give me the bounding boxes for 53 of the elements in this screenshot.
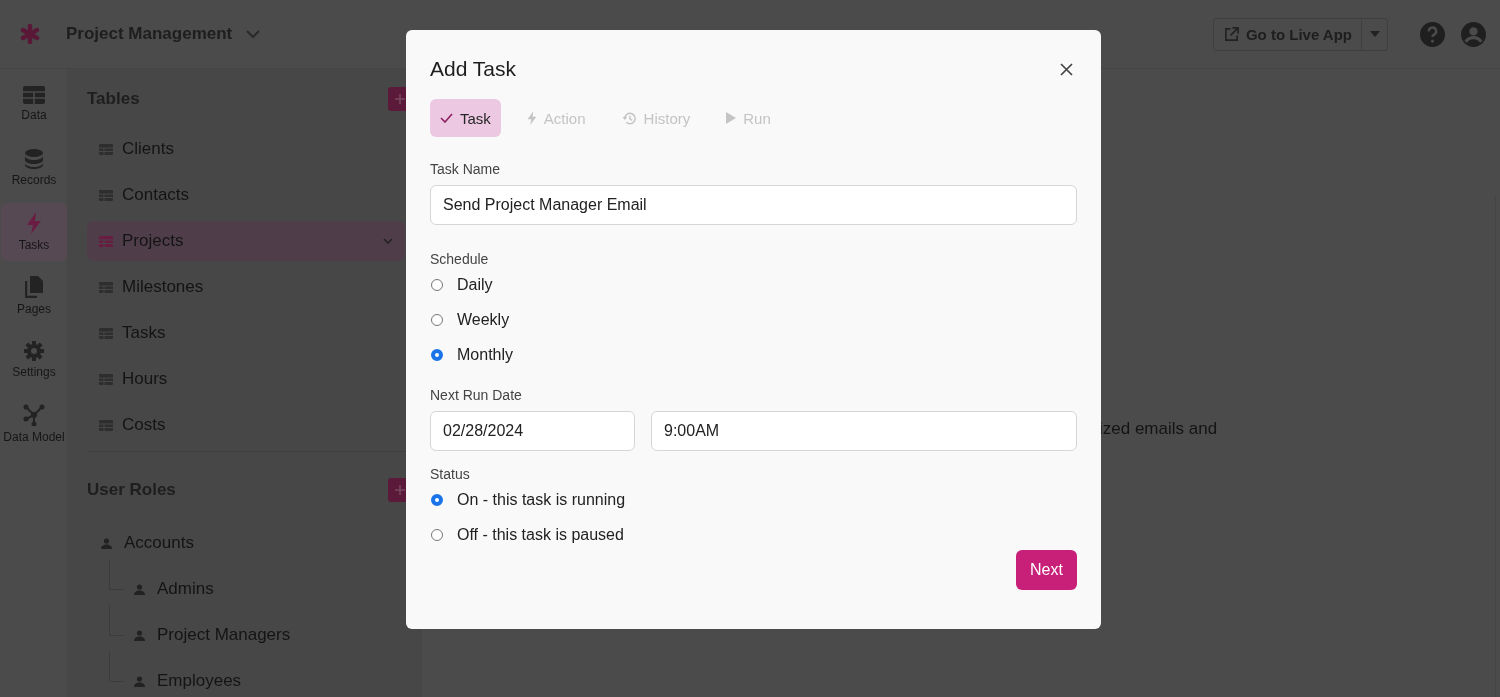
radio-label[interactable]: Monthly — [457, 346, 514, 364]
field-label: Schedule — [430, 251, 490, 267]
table-icon — [99, 373, 113, 385]
field-label: Next Run Date — [430, 387, 523, 403]
table-icon — [99, 281, 113, 293]
radio-label[interactable]: Daily — [457, 276, 493, 294]
person-icon — [101, 537, 112, 549]
documents-icon — [25, 276, 43, 298]
close-button[interactable] — [1058, 60, 1075, 78]
caret-icon — [1369, 31, 1380, 37]
table-icon — [23, 86, 45, 104]
table-icon — [99, 419, 113, 431]
table-icon — [99, 143, 113, 155]
close-icon — [1060, 62, 1073, 76]
table-list-item[interactable]: Projects — [87, 221, 405, 261]
task-name-input[interactable]: Send Project Manager Email — [430, 185, 1077, 225]
table-icon — [99, 327, 113, 339]
history-icon — [621, 110, 637, 126]
help-icon[interactable] — [1420, 21, 1445, 47]
date-input[interactable]: 02/28/2024 — [430, 411, 635, 451]
database-icon — [25, 149, 43, 169]
plus-icon — [395, 94, 405, 104]
asterisk-logo-icon — [20, 24, 40, 44]
radio-button[interactable] — [431, 349, 443, 361]
lightning-bolt-icon — [26, 212, 42, 234]
radio-button[interactable] — [431, 494, 443, 506]
network-icon — [23, 404, 45, 426]
lightning-bolt-icon — [526, 111, 537, 125]
radio-button[interactable] — [431, 279, 443, 291]
chevron-down-icon — [383, 238, 393, 244]
person-icon — [134, 675, 145, 687]
radio-label[interactable]: Weekly — [457, 311, 510, 329]
radio-label[interactable]: Off - this task is paused — [457, 526, 624, 544]
radio-button[interactable] — [431, 314, 443, 326]
table-icon — [99, 189, 113, 201]
person-icon — [134, 583, 145, 595]
step-tab[interactable]: Task — [430, 99, 501, 137]
field-label: Status — [430, 466, 471, 482]
external-link-icon — [1223, 26, 1239, 42]
plus-icon — [395, 485, 405, 495]
table-icon — [99, 235, 113, 247]
nav-rail-item[interactable]: Tasks — [1, 203, 67, 261]
radio-label[interactable]: On - this task is running — [457, 491, 626, 509]
field-label: Task Name — [430, 161, 502, 177]
user-avatar-icon[interactable] — [1461, 21, 1486, 47]
play-icon — [726, 112, 737, 124]
radio-button[interactable] — [431, 529, 443, 541]
dialog-title: Add Task — [430, 57, 516, 81]
next-button[interactable]: Next — [1016, 550, 1077, 590]
checkmark-icon — [440, 113, 453, 123]
gear-icon — [24, 341, 44, 361]
time-input[interactable]: 9:00AM — [651, 411, 1077, 451]
person-icon — [134, 629, 145, 641]
